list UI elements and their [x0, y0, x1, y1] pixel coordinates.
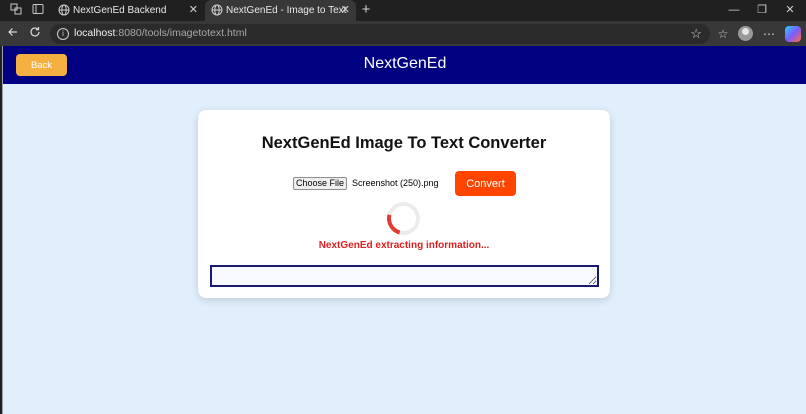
tab-title: NextGenEd - Image to Text: [226, 5, 347, 16]
status-message: NextGenEd extracting information...: [318, 240, 490, 251]
close-tab-icon[interactable]: ✕: [189, 0, 198, 21]
globe-icon: [58, 4, 70, 16]
convert-button[interactable]: Convert: [455, 171, 516, 196]
site-header: Back NextGenEd: [3, 46, 806, 84]
selected-file-name: Screenshot (250).png: [352, 178, 439, 188]
favorite-star-icon[interactable]: ☆: [690, 26, 702, 42]
favorites-icon[interactable]: ☆: [714, 25, 732, 43]
address-bar[interactable]: i localhost:8080/tools/imagetotext.html …: [50, 24, 710, 44]
converter-card: NextGenEd Image To Text Converter Choose…: [198, 110, 610, 298]
back-arrow-icon[interactable]: [4, 25, 22, 43]
browser-toolbar: i localhost:8080/tools/imagetotext.html …: [0, 21, 806, 46]
copilot-icon[interactable]: [785, 26, 801, 42]
page-viewport: Back NextGenEd NextGenEd Image To Text C…: [2, 46, 806, 414]
site-info-icon[interactable]: i: [57, 28, 69, 40]
output-textarea[interactable]: [210, 265, 599, 287]
tab-nextgened-backend[interactable]: NextGenEd Backend ✕: [52, 0, 204, 21]
close-tab-icon[interactable]: ✕: [341, 0, 350, 21]
loading-spinner-icon: [380, 195, 427, 242]
profile-avatar[interactable]: [738, 26, 753, 41]
more-options-icon[interactable]: ⋯: [760, 25, 778, 43]
page-title: NextGenEd Image To Text Converter: [261, 134, 547, 152]
close-window-icon[interactable]: ✕: [774, 0, 806, 21]
new-tab-icon[interactable]: +: [358, 2, 374, 18]
reload-icon[interactable]: [26, 25, 44, 43]
globe-icon: [211, 4, 223, 16]
url-text: localhost:8080/tools/imagetotext.html: [74, 27, 247, 39]
tab-actions-icon[interactable]: [30, 3, 46, 19]
tab-title: NextGenEd Backend: [73, 5, 167, 16]
browser-tab-strip: NextGenEd Backend ✕ NextGenEd - Image to…: [0, 0, 806, 21]
choose-file-button[interactable]: Choose File: [293, 177, 347, 190]
workspaces-icon[interactable]: [8, 3, 24, 19]
tab-image-to-text[interactable]: NextGenEd - Image to Text ✕: [205, 0, 356, 21]
brand-title: NextGenEd: [363, 55, 447, 72]
